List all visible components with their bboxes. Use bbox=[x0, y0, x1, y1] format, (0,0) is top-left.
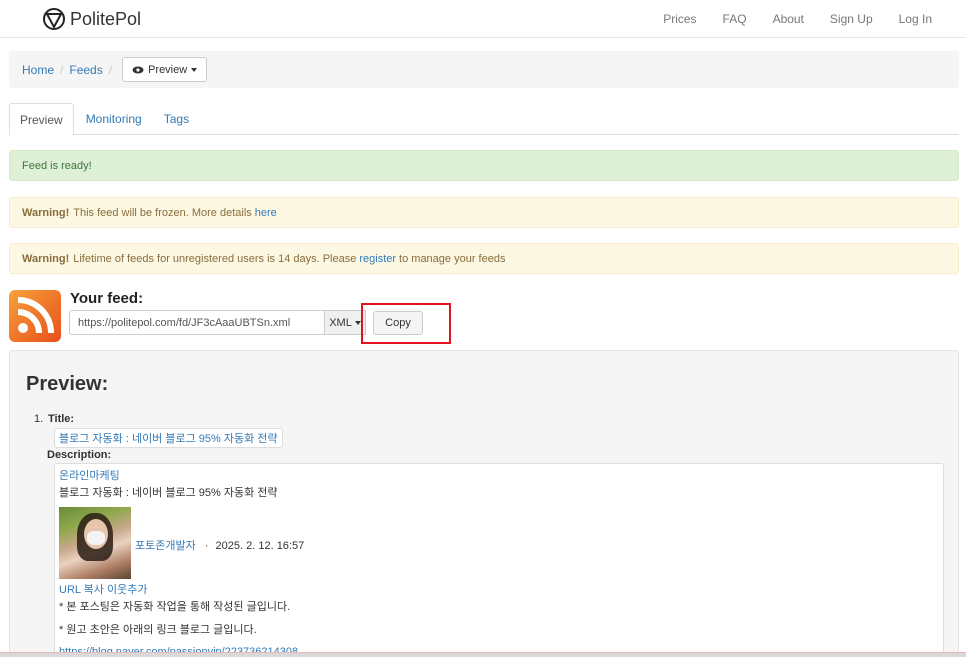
highlight-annotation bbox=[361, 303, 451, 344]
brand-logo[interactable]: PolitePol bbox=[42, 7, 141, 31]
preview-dropdown-label: Preview bbox=[148, 63, 188, 76]
tab-preview[interactable]: Preview bbox=[9, 103, 74, 136]
post-actions: URL 복사 이웃추가 bbox=[59, 581, 147, 597]
preview-dropdown-button[interactable]: Preview bbox=[122, 57, 208, 82]
success-alert: Feed is ready! bbox=[9, 150, 959, 181]
preview-heading: Preview: bbox=[26, 373, 109, 395]
add-neighbor-link[interactable]: 이웃추가 bbox=[107, 584, 147, 596]
register-link[interactable]: register bbox=[359, 253, 396, 265]
breadcrumb-home[interactable]: Home bbox=[22, 63, 54, 77]
breadcrumb: Home / Feeds / Preview bbox=[9, 51, 959, 88]
format-label: XML bbox=[329, 316, 352, 329]
nav-link-sign-up[interactable]: Sign Up bbox=[830, 12, 873, 26]
rss-icon bbox=[9, 290, 61, 342]
item-description: 온라인마케팅 블로그 자동화 : 네이버 블로그 95% 자동화 전략 포토존개… bbox=[54, 463, 944, 657]
nav-link-prices[interactable]: Prices bbox=[663, 12, 696, 26]
author-line: 포토존개발자 · 2025. 2. 12. 16:57 bbox=[135, 537, 304, 553]
eye-icon bbox=[132, 66, 144, 73]
preview-panel: Preview: 1. Title: 블로그 자동화 : 네이버 블로그 95%… bbox=[9, 350, 959, 657]
author-link[interactable]: 포토존개발자 bbox=[135, 540, 196, 552]
separator-dot: · bbox=[204, 540, 209, 552]
category-link[interactable]: 온라인마케팅 bbox=[59, 467, 120, 483]
warning-text: This feed will be frozen. More details bbox=[73, 206, 252, 219]
title-label: Title: bbox=[48, 413, 75, 425]
warning-strong: Warning! bbox=[22, 206, 70, 219]
nav-links: Prices FAQ About Sign Up Log In bbox=[663, 0, 932, 38]
caret-down-icon bbox=[354, 320, 361, 325]
post-date: 2025. 2. 12. 16:57 bbox=[215, 540, 305, 552]
description-label: Description: bbox=[47, 449, 112, 461]
feed-url-input[interactable] bbox=[69, 310, 325, 335]
note-draft: * 원고 초안은 아래의 링크 블로그 글입니다. bbox=[59, 624, 257, 636]
warning-strong: Warning! bbox=[22, 252, 70, 265]
breadcrumb-feeds[interactable]: Feeds bbox=[69, 63, 102, 77]
politepol-logo-icon bbox=[43, 8, 65, 30]
feed-label: Your feed: bbox=[70, 290, 144, 307]
author-photo[interactable] bbox=[59, 507, 131, 579]
url-copy-link[interactable]: URL 복사 bbox=[59, 584, 104, 596]
warning-alert-frozen: Warning! This feed will be frozen. More … bbox=[9, 197, 959, 228]
format-dropdown-button[interactable]: XML bbox=[324, 310, 366, 335]
rss-symbol bbox=[17, 297, 54, 334]
caret-down-icon bbox=[191, 67, 198, 72]
tab-tags[interactable]: Tags bbox=[154, 103, 199, 135]
warning-text: Lifetime of feeds for unregistered users… bbox=[73, 252, 357, 265]
item-title-link[interactable]: 블로그 자동화 : 네이버 블로그 95% 자동화 전략 bbox=[59, 430, 278, 446]
warning-text-after: to manage your feeds bbox=[399, 252, 506, 265]
breadcrumb-separator: / bbox=[60, 62, 64, 77]
more-details-link[interactable]: here bbox=[255, 207, 277, 219]
item-number: 1. bbox=[34, 413, 44, 425]
tabs: Preview Monitoring Tags bbox=[9, 103, 959, 136]
success-alert-text: Feed is ready! bbox=[22, 159, 92, 172]
warning-alert-lifetime: Warning! Lifetime of feeds for unregiste… bbox=[9, 243, 959, 274]
window-bottom-edge bbox=[0, 652, 966, 657]
nav-link-about[interactable]: About bbox=[773, 12, 804, 26]
brand-name: PolitePol bbox=[70, 8, 142, 29]
nav-link-faq[interactable]: FAQ bbox=[723, 12, 747, 26]
navbar: PolitePol Prices FAQ About Sign Up Log I… bbox=[0, 0, 966, 38]
nav-link-log-in[interactable]: Log In bbox=[899, 12, 932, 26]
description-title: 블로그 자동화 : 네이버 블로그 95% 자동화 전략 bbox=[59, 487, 278, 499]
item-title: 블로그 자동화 : 네이버 블로그 95% 자동화 전략 bbox=[54, 428, 283, 448]
tab-monitoring[interactable]: Monitoring bbox=[76, 103, 152, 135]
note-automation: * 본 포스팅은 자동화 작업을 통해 작성된 글입니다. bbox=[59, 601, 291, 613]
breadcrumb-separator: / bbox=[108, 62, 113, 77]
